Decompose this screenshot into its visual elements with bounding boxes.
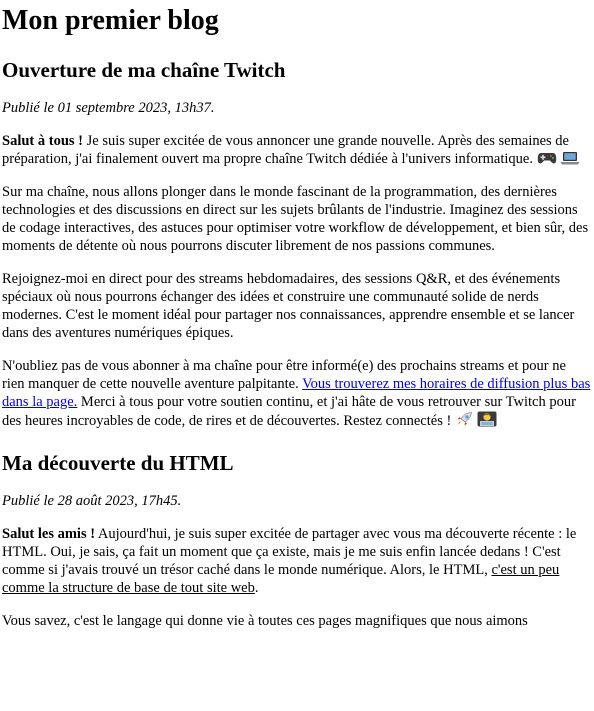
- paragraph-text: Je suis super excitée de vous annoncer u…: [2, 133, 569, 167]
- post-date: Publié le 01 septembre 2023, 13h37.: [2, 100, 215, 116]
- rocket-icon: [455, 411, 473, 427]
- post-title: Ouverture de ma chaîne Twitch: [2, 58, 286, 82]
- gamepad-icon: [537, 151, 557, 165]
- greeting-bold: Salut les amis !: [2, 526, 96, 542]
- blog-post-html: Ma découverte du HTML Publié le 28 août …: [2, 450, 592, 630]
- post-date: Publié le 28 août 2023, 17h45.: [2, 493, 182, 509]
- paragraph-text: .: [254, 580, 259, 596]
- post-paragraph: Salut à tous ! Je suis super excitée de …: [2, 132, 592, 168]
- blog-post-twitch: Ouverture de ma chaîne Twitch Publié le …: [2, 57, 592, 430]
- post-paragraph: Vous savez, c'est le langage qui donne v…: [2, 613, 528, 629]
- technologist-icon: [477, 411, 497, 427]
- blog-title: Mon premier blog: [2, 5, 219, 36]
- blog-page: Mon premier blog Ouverture de ma chaîne …: [0, 4, 594, 630]
- post-paragraph: Salut les amis ! Aujourd'hui, je suis su…: [2, 525, 592, 597]
- greeting-bold: Salut à tous !: [2, 133, 83, 149]
- post-title: Ma découverte du HTML: [2, 451, 234, 475]
- post-paragraph: Rejoignez-moi en direct pour des streams…: [2, 271, 575, 341]
- post-paragraph: N'oubliez pas de vous abonner à ma chaîn…: [2, 357, 592, 430]
- post-paragraph: Sur ma chaîne, nous allons plonger dans …: [2, 184, 589, 254]
- laptop-icon: [560, 151, 580, 165]
